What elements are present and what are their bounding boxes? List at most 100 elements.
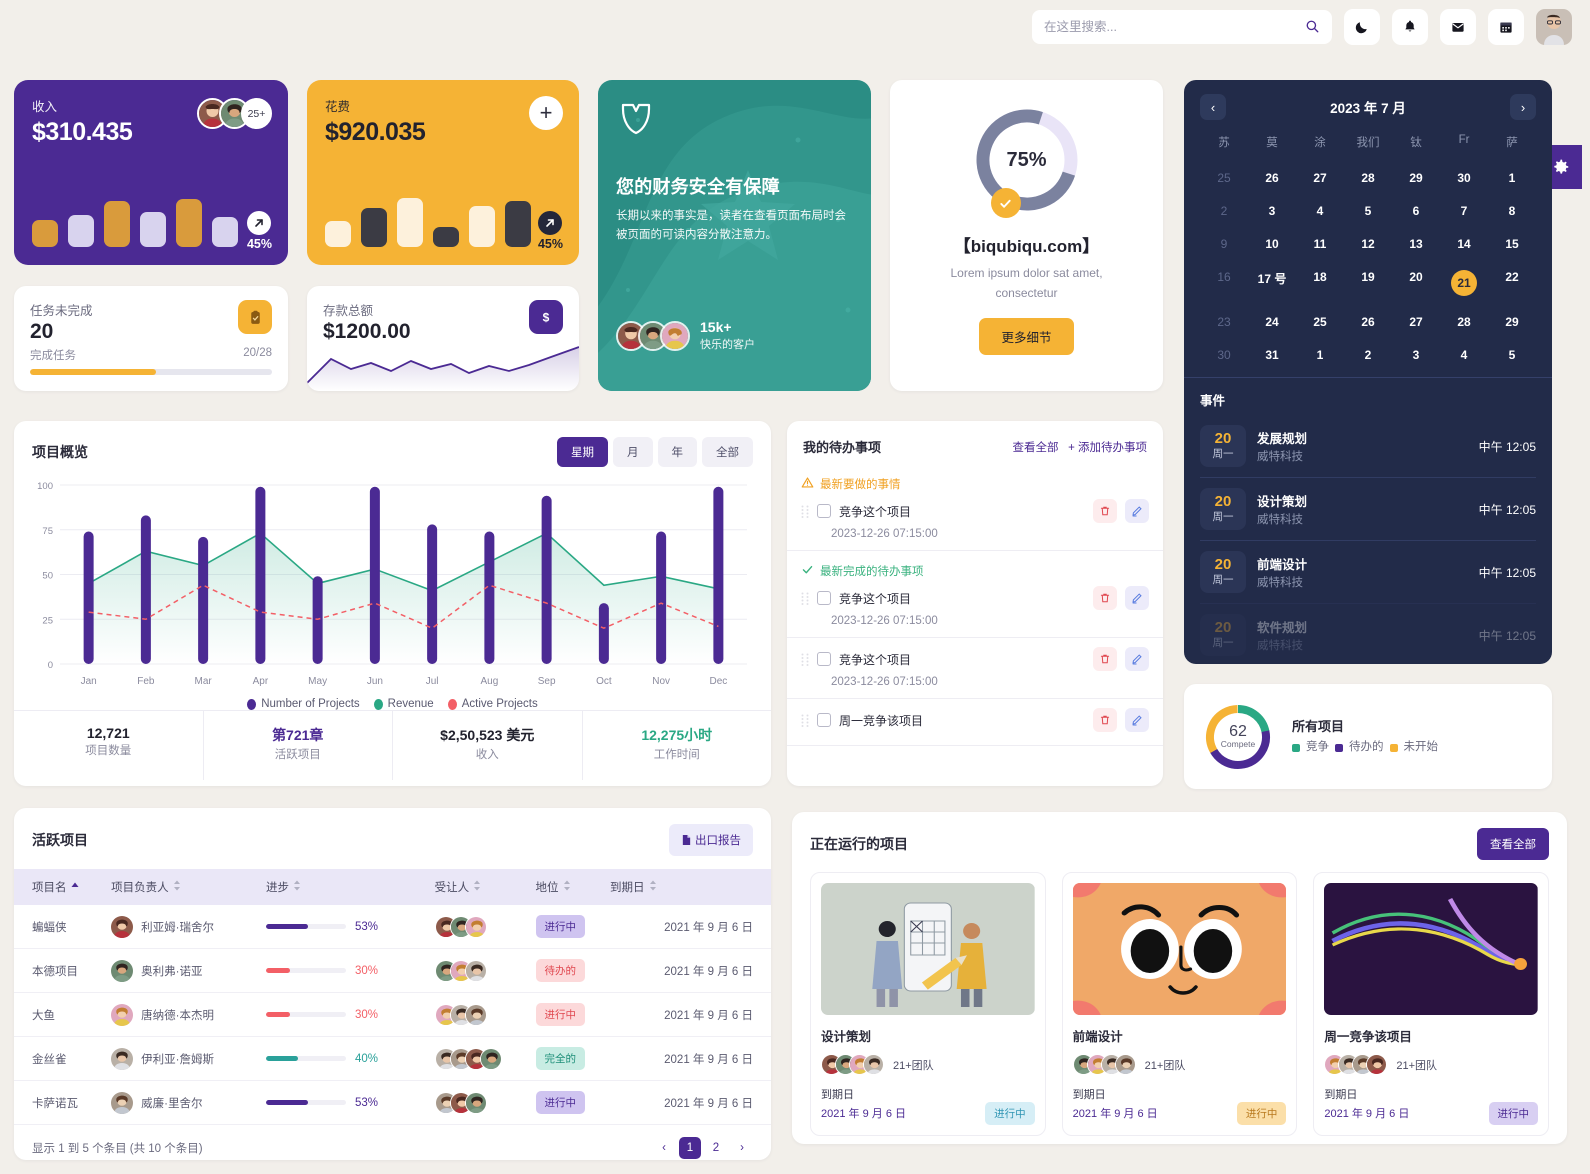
calendar-day[interactable]: 10 (1248, 231, 1296, 257)
drag-handle-icon[interactable] (801, 592, 809, 605)
chevron-right-icon[interactable]: › (1509, 94, 1536, 120)
avatar-stack[interactable]: 25+ (197, 98, 272, 129)
chevron-right-icon[interactable]: › (731, 1137, 753, 1159)
todo-view-all[interactable]: 查看全部 (1012, 442, 1058, 454)
drag-handle-icon[interactable] (801, 505, 809, 518)
pencil-icon[interactable] (1125, 586, 1149, 610)
table-header-进步[interactable]: 进步 (265, 869, 435, 905)
todo-item[interactable]: 竞争这个项目 (801, 496, 1149, 526)
calendar-day[interactable]: 26 (1248, 165, 1296, 191)
todo-checkbox[interactable] (817, 713, 831, 727)
calendar-day[interactable]: 23 (1200, 309, 1248, 335)
calendar-day[interactable]: 25 (1200, 165, 1248, 191)
calendar-day[interactable]: 2 (1344, 342, 1392, 368)
calendar-icon[interactable] (1488, 9, 1524, 45)
running-project-card[interactable]: 设计策划 21+团队 到期日 2021 年 9 月 6 日 进行中 (810, 872, 1046, 1136)
table-header-受让人[interactable]: 受让人 (434, 869, 536, 905)
page-2[interactable]: 2 (705, 1137, 727, 1159)
calendar-day[interactable]: 4 (1440, 342, 1488, 368)
drag-handle-icon[interactable] (801, 653, 809, 666)
table-header-地位[interactable]: 地位 (535, 869, 611, 905)
calendar-day[interactable]: 24 (1248, 309, 1296, 335)
range-button-全部[interactable]: 全部 (702, 437, 753, 467)
range-selector[interactable]: 星期月年全部 (557, 437, 753, 467)
calendar-day[interactable]: 21 (1440, 264, 1488, 302)
running-project-card[interactable]: 前端设计 21+团队 到期日 2021 年 9 月 6 日 进行中 (1061, 872, 1298, 1136)
pencil-icon[interactable] (1125, 708, 1149, 732)
add-expense-button[interactable]: + (529, 96, 563, 130)
table-row[interactable]: 本德项目 奥利弗·诺亚 30% 待办的 2021 年 9 月 6 日 (14, 948, 771, 993)
todo-checkbox[interactable] (817, 591, 831, 605)
export-report-button[interactable]: 出口报告 (669, 824, 753, 856)
calendar-day[interactable]: 31 (1248, 342, 1296, 368)
pencil-icon[interactable] (1125, 647, 1149, 671)
calendar-day[interactable]: 14 (1440, 231, 1488, 257)
drag-handle-icon[interactable] (801, 714, 809, 727)
calendar-day[interactable]: 15 (1488, 231, 1536, 257)
calendar-day[interactable]: 13 (1392, 231, 1440, 257)
calendar-day[interactable]: 28 (1344, 165, 1392, 191)
running-project-card[interactable]: 周一竞争该项目 21+团队 到期日 2021 年 9 月 6 日 进行中 (1313, 872, 1550, 1136)
range-button-月[interactable]: 月 (613, 437, 653, 467)
trash-icon[interactable] (1093, 499, 1117, 523)
chevron-left-icon[interactable]: ‹ (653, 1137, 675, 1159)
moon-icon[interactable] (1344, 9, 1380, 45)
calendar-day[interactable]: 27 (1392, 309, 1440, 335)
calendar-day[interactable]: 9 (1200, 231, 1248, 257)
calendar-day[interactable]: 11 (1296, 231, 1344, 257)
calendar-day[interactable]: 3 (1392, 342, 1440, 368)
table-header-项目负责人[interactable]: 项目负责人 (111, 869, 266, 905)
more-details-button[interactable]: 更多细节 (979, 317, 1074, 355)
pencil-icon[interactable] (1125, 499, 1149, 523)
event-item[interactable]: 20 周一 前端设计 威特科技 中午 12:05 (1200, 540, 1536, 603)
todo-item[interactable]: 竞争这个项目 (801, 644, 1149, 674)
event-item[interactable]: 20 周一 软件规划 威特科技 中午 12:05 (1200, 603, 1536, 664)
calendar-day[interactable]: 28 (1440, 309, 1488, 335)
running-view-all-button[interactable]: 查看全部 (1477, 828, 1549, 860)
calendar-day[interactable]: 18 (1296, 264, 1344, 302)
search-input[interactable] (1044, 20, 1320, 34)
calendar-day[interactable]: 29 (1488, 309, 1536, 335)
calendar-day[interactable]: 1 (1488, 165, 1536, 191)
trash-icon[interactable] (1093, 708, 1117, 732)
table-header-项目名[interactable]: 项目名 (14, 869, 112, 905)
bell-icon[interactable] (1392, 9, 1428, 45)
calendar-day[interactable]: 12 (1344, 231, 1392, 257)
calendar-day[interactable]: 19 (1344, 264, 1392, 302)
calendar-day[interactable]: 25 (1296, 309, 1344, 335)
table-row[interactable]: 卡萨诺瓦 威廉·里舍尔 53% 进行中 2021 年 9 月 6 日 (14, 1080, 771, 1125)
calendar-day[interactable]: 29 (1392, 165, 1440, 191)
search-box[interactable] (1032, 10, 1332, 44)
calendar-day[interactable]: 5 (1344, 198, 1392, 224)
calendar-day[interactable]: 6 (1392, 198, 1440, 224)
trash-icon[interactable] (1093, 586, 1117, 610)
calendar-day[interactable]: 8 (1488, 198, 1536, 224)
table-header-row[interactable]: 项目名 项目负责人 进步 受让人 地位 到期日 (14, 869, 771, 905)
calendar-day[interactable]: 27 (1296, 165, 1344, 191)
table-row[interactable]: 蝙蝠侠 利亚姆·瑞舍尔 53% 进行中 2021 年 9 月 6 日 (14, 905, 771, 949)
calendar-day[interactable]: 17 号 (1248, 264, 1296, 302)
calendar-day[interactable]: 3 (1248, 198, 1296, 224)
calendar-day[interactable]: 30 (1440, 165, 1488, 191)
mail-icon[interactable] (1440, 9, 1476, 45)
calendar-day[interactable]: 22 (1488, 264, 1536, 302)
calendar-day[interactable]: 4 (1296, 198, 1344, 224)
todo-checkbox[interactable] (817, 504, 831, 518)
event-item[interactable]: 20 周一 发展规划 威特科技 中午 12:05 (1200, 415, 1536, 477)
todo-add-button[interactable]: + 添加待办事项 (1068, 442, 1147, 454)
table-header-到期日[interactable]: 到期日 (610, 869, 771, 905)
table-row[interactable]: 金丝雀 伊利亚·詹姆斯 40% 完全的 2021 年 9 月 6 日 (14, 1036, 771, 1081)
calendar-day[interactable]: 16 (1200, 264, 1248, 302)
calendar-day[interactable]: 7 (1440, 198, 1488, 224)
event-item[interactable]: 20 周一 设计策划 威特科技 中午 12:05 (1200, 477, 1536, 540)
chevron-left-icon[interactable]: ‹ (1200, 94, 1226, 120)
calendar-day[interactable]: 20 (1392, 264, 1440, 302)
avatar[interactable] (1536, 9, 1572, 45)
todo-checkbox[interactable] (817, 652, 831, 666)
pagination[interactable]: ‹ 1 2 › (653, 1137, 753, 1159)
calendar-day[interactable]: 26 (1344, 309, 1392, 335)
todo-item[interactable]: 竞争这个项目 (801, 583, 1149, 613)
calendar-day[interactable]: 5 (1488, 342, 1536, 368)
calendar-day[interactable]: 1 (1296, 342, 1344, 368)
calendar-grid[interactable]: 苏莫涂我们钛 Fr 萨 25 26 27 28 29 30 1 2 3 4 5 6 7 8 9 10 11 12 13 14… (1200, 130, 1536, 368)
